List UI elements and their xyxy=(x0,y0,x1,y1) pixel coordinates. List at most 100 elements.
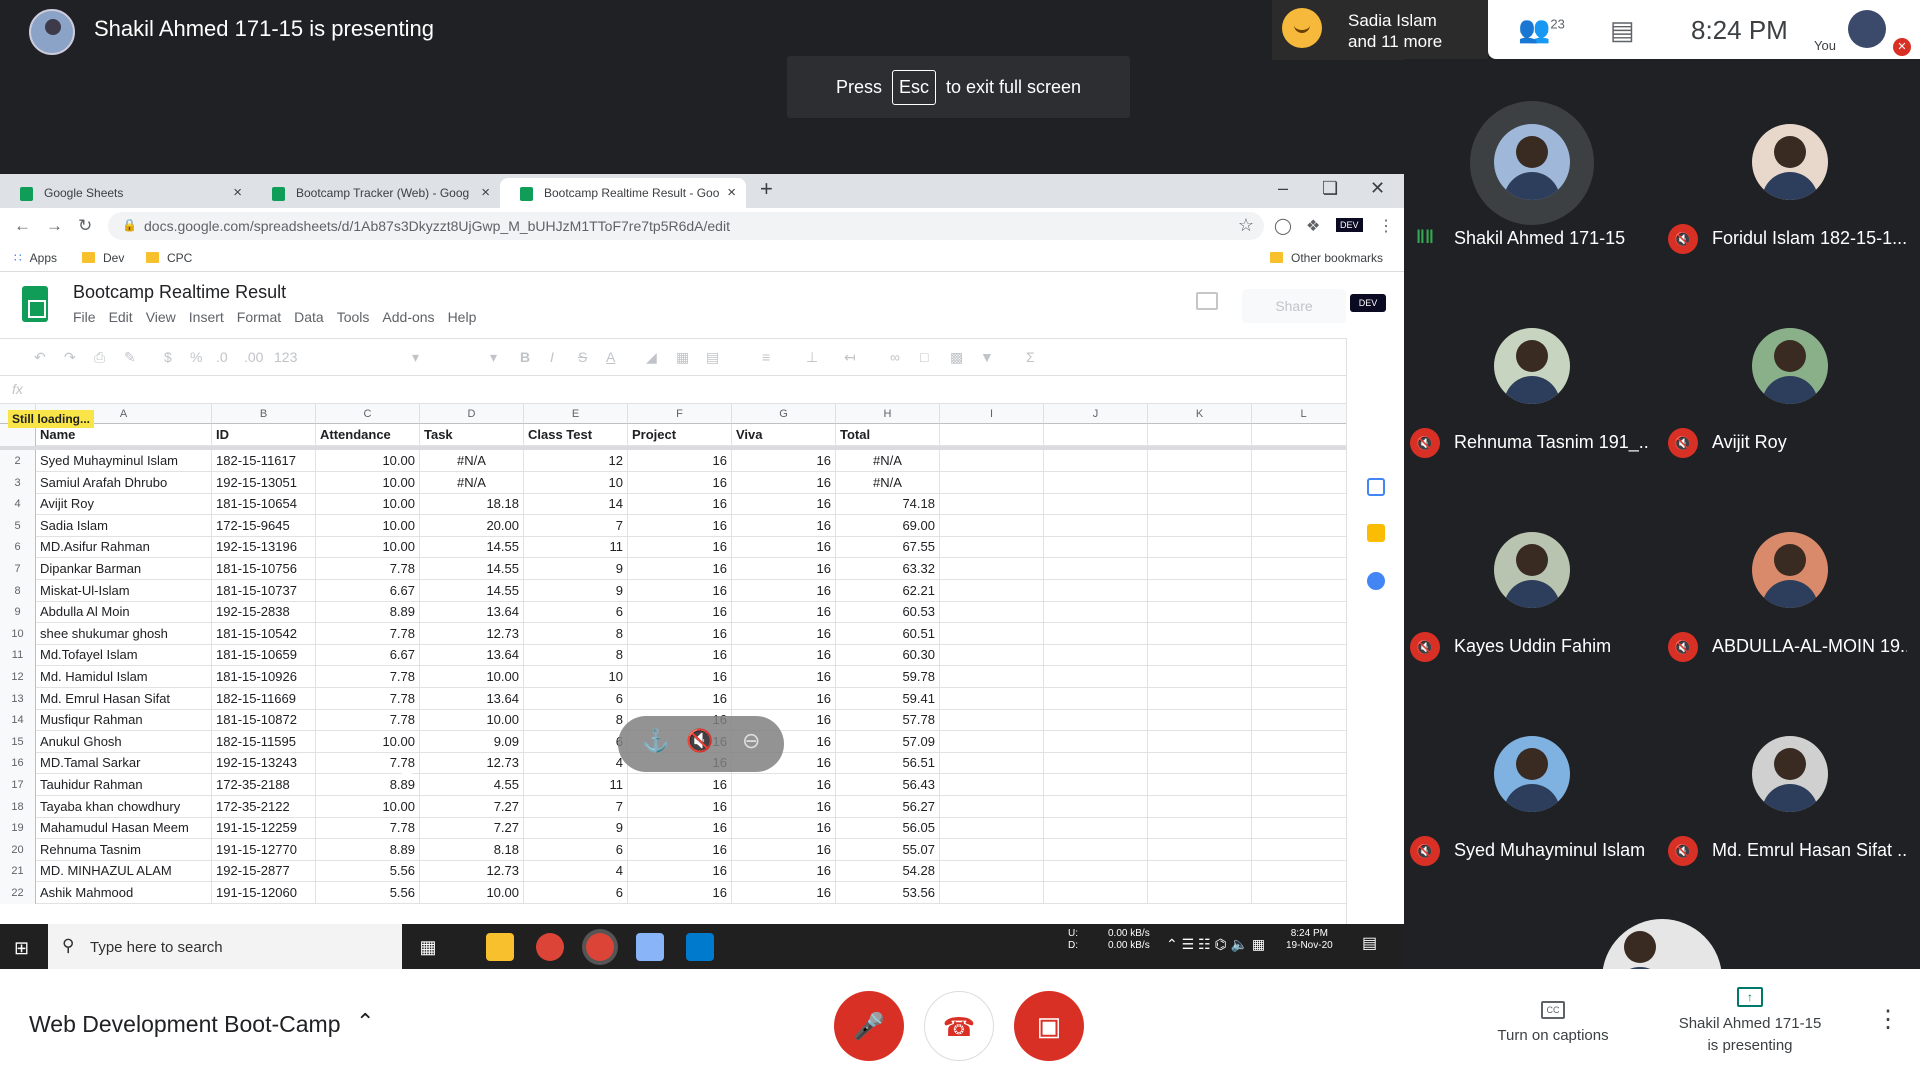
taskbar-clock[interactable]: 8:24 PM 19-Nov-20 xyxy=(1286,928,1333,952)
chevron-up-icon[interactable]: ⌃ xyxy=(356,1009,374,1035)
table-cell[interactable]: 10.00 xyxy=(316,730,420,753)
table-cell[interactable] xyxy=(1252,882,1346,904)
meeting-name[interactable]: Web Development Boot-Camp xyxy=(29,1011,341,1038)
table-cell[interactable]: 16 xyxy=(628,666,732,688)
table-cell[interactable]: 181-15-10542 xyxy=(212,622,316,645)
row-number[interactable]: 9 xyxy=(0,601,36,624)
table-cell[interactable]: 56.27 xyxy=(836,795,940,818)
table-cell[interactable]: 191-15-12770 xyxy=(212,838,316,861)
table-cell[interactable] xyxy=(1252,688,1346,710)
table-cell[interactable] xyxy=(1148,514,1252,537)
table-cell[interactable] xyxy=(940,536,1044,559)
fill-color-icon[interactable]: ◢ xyxy=(646,349,657,366)
table-cell[interactable]: 4.55 xyxy=(420,774,524,796)
chrome-active-icon[interactable] xyxy=(586,933,614,961)
table-cell[interactable]: 59.41 xyxy=(836,687,940,710)
table-cell[interactable]: 60.30 xyxy=(836,644,940,667)
header-cell[interactable] xyxy=(1252,424,1346,446)
table-cell[interactable]: 56.43 xyxy=(836,774,940,796)
table-cell[interactable]: #N/A xyxy=(420,450,524,472)
bookmark-star-icon[interactable]: ☆ xyxy=(1238,215,1254,236)
table-cell[interactable] xyxy=(1044,709,1148,732)
table-cell[interactable]: 16 xyxy=(628,601,732,624)
table-cell[interactable] xyxy=(1044,838,1148,861)
table-cell[interactable]: 53.56 xyxy=(836,882,940,904)
captions-button[interactable]: CC Turn on captions xyxy=(1488,1001,1618,1044)
table-cell[interactable]: 10.00 xyxy=(420,709,524,732)
italic-icon[interactable]: I xyxy=(550,349,554,365)
self-avatar[interactable] xyxy=(1848,10,1886,48)
table-cell[interactable]: 16 xyxy=(628,579,732,602)
table-cell[interactable]: 12.73 xyxy=(420,860,524,883)
table-cell[interactable] xyxy=(1252,601,1346,624)
table-cell[interactable] xyxy=(940,882,1044,904)
table-cell[interactable]: 16 xyxy=(732,622,836,645)
table-cell[interactable] xyxy=(1252,580,1346,602)
table-cell[interactable]: Miskat-Ul-Islam xyxy=(36,579,212,602)
leave-call-button[interactable]: ☎ xyxy=(924,991,994,1061)
table-cell[interactable] xyxy=(940,450,1044,472)
table-cell[interactable] xyxy=(940,493,1044,516)
filter-icon[interactable]: ▼ xyxy=(980,349,994,365)
merge-cells-icon[interactable]: ▤ xyxy=(706,349,719,366)
table-cell[interactable] xyxy=(1148,838,1252,861)
insert-comment-icon[interactable]: □ xyxy=(920,349,928,365)
tab-bootcamp-realtime[interactable]: Bootcamp Realtime Result - Goo × xyxy=(500,178,746,208)
table-cell[interactable]: 16 xyxy=(732,558,836,580)
table-cell[interactable]: Avijit Roy xyxy=(36,493,212,516)
table-cell[interactable] xyxy=(940,795,1044,818)
table-cell[interactable]: 16 xyxy=(732,795,836,818)
undo-icon[interactable]: ↶ xyxy=(34,349,46,366)
column-header[interactable]: C xyxy=(316,404,420,424)
table-cell[interactable]: 5.56 xyxy=(316,882,420,904)
table-cell[interactable]: 69.00 xyxy=(836,514,940,537)
table-cell[interactable]: Sadia Islam xyxy=(36,514,212,537)
camera-toggle-button[interactable]: ▣ xyxy=(1014,991,1084,1061)
table-cell[interactable]: 16 xyxy=(628,817,732,840)
table-cell[interactable] xyxy=(1148,687,1252,710)
table-cell[interactable] xyxy=(1252,774,1346,796)
table-cell[interactable]: 16 xyxy=(732,493,836,516)
table-cell[interactable]: 13.64 xyxy=(420,687,524,710)
table-cell[interactable]: #N/A xyxy=(420,471,524,494)
table-cell[interactable]: 11 xyxy=(524,774,628,796)
table-cell[interactable] xyxy=(940,514,1044,537)
more-options-icon[interactable]: ⋮ xyxy=(1876,1005,1900,1034)
table-cell[interactable] xyxy=(940,622,1044,645)
table-cell[interactable] xyxy=(1044,666,1148,688)
menu-data[interactable]: Data xyxy=(294,309,324,325)
table-cell[interactable]: 9 xyxy=(524,579,628,602)
table-cell[interactable]: 56.05 xyxy=(836,817,940,840)
table-cell[interactable]: 12.73 xyxy=(420,752,524,775)
table-cell[interactable] xyxy=(1148,601,1252,624)
table-cell[interactable]: 192-15-13051 xyxy=(212,471,316,494)
font-size-dropdown-icon[interactable]: ▾ xyxy=(490,349,497,366)
table-cell[interactable]: 13.64 xyxy=(420,601,524,624)
table-cell[interactable] xyxy=(1252,860,1346,883)
windows-start-icon[interactable]: ⊞ xyxy=(14,938,29,959)
participant-avatar[interactable] xyxy=(1752,124,1828,200)
column-header[interactable]: D xyxy=(420,404,524,424)
people-button[interactable]: 👥23 xyxy=(1518,14,1565,45)
row-number[interactable]: 21 xyxy=(0,860,36,883)
table-cell[interactable]: 62.21 xyxy=(836,579,940,602)
table-cell[interactable] xyxy=(1044,536,1148,559)
table-cell[interactable] xyxy=(1044,795,1148,818)
decrease-decimal-icon[interactable]: .0 xyxy=(216,349,228,365)
table-cell[interactable]: 9 xyxy=(524,558,628,580)
table-cell[interactable]: 7.78 xyxy=(316,709,420,732)
column-header[interactable]: E xyxy=(524,404,628,424)
table-cell[interactable]: 16 xyxy=(732,536,836,559)
table-cell[interactable] xyxy=(940,752,1044,775)
table-cell[interactable] xyxy=(940,730,1044,753)
table-cell[interactable] xyxy=(1252,450,1346,472)
column-header[interactable]: K xyxy=(1148,404,1252,424)
redo-icon[interactable]: ↷ xyxy=(64,349,76,366)
strikethrough-icon[interactable]: S xyxy=(578,349,587,365)
table-cell[interactable]: 60.51 xyxy=(836,622,940,645)
row-number[interactable]: 19 xyxy=(0,817,36,840)
menu-insert[interactable]: Insert xyxy=(189,309,224,325)
table-cell[interactable]: 16 xyxy=(732,450,836,472)
table-cell[interactable] xyxy=(1252,493,1346,516)
table-cell[interactable] xyxy=(1252,752,1346,775)
